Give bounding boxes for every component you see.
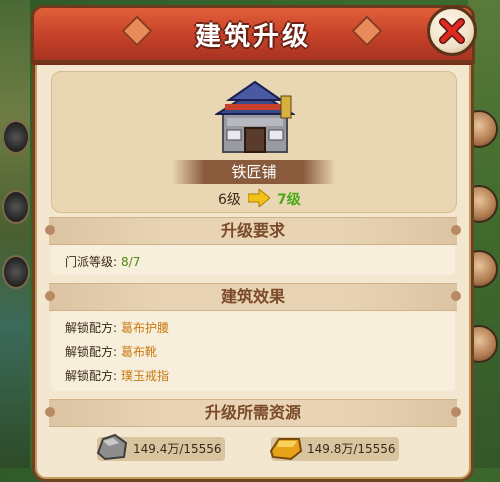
effect-row: 解锁配方: 璞玉戒指: [65, 367, 169, 384]
next-level: 7级: [277, 192, 301, 208]
resources-row: 149.4万/15556 149.8万/15556: [35, 433, 471, 465]
building-upgrade-dialog: 建筑升级 铁匠铺 6级 7级 升级要求 门派等级: 8/7 建筑效果 解锁配方:…: [31, 5, 477, 482]
close-x-icon: [439, 18, 465, 44]
gold-ingot-icon: [269, 438, 303, 461]
arrow-right-icon: [248, 189, 270, 207]
level-change-row: 6级 7级: [52, 189, 456, 209]
blacksmith-building-icon: [215, 80, 295, 153]
requirements-header: 升级要求: [45, 217, 461, 245]
effects-header: 建筑效果: [45, 283, 461, 311]
resource-gold: 149.8万/15556: [269, 437, 399, 461]
dialog-title-bar: 建筑升级: [31, 5, 477, 63]
dialog-title: 建筑升级: [194, 22, 311, 52]
requirement-row: 门派等级: 8/7: [65, 253, 140, 270]
effect-label: 解锁配方:: [65, 345, 118, 359]
chain-icon: [2, 190, 30, 224]
effect-row: 解锁配方: 葛布靴: [65, 343, 157, 360]
requirement-value: 8/7: [121, 255, 141, 269]
chain-icon: [2, 255, 30, 289]
building-info-box: 铁匠铺 6级 7级: [51, 71, 457, 213]
resource-amount: 149.4万/15556: [133, 442, 222, 456]
building-name: 铁匠铺: [172, 160, 336, 184]
resource-stone: 149.4万/15556: [96, 433, 225, 461]
effect-value: 葛布靴: [121, 345, 158, 359]
requirement-label: 门派等级:: [65, 255, 118, 269]
effect-value: 璞玉戒指: [121, 369, 170, 383]
effects-box: 解锁配方: 葛布护腰 解锁配方: 葛布靴 解锁配方: 璞玉戒指: [51, 311, 455, 391]
close-button[interactable]: [427, 6, 477, 56]
requirements-box: 门派等级: 8/7: [51, 245, 455, 275]
effect-label: 解锁配方:: [65, 321, 118, 335]
background-scene-left: [0, 0, 30, 468]
chain-icon: [2, 120, 30, 154]
effect-value: 葛布护腰: [121, 321, 170, 335]
current-level: 6级: [218, 192, 241, 208]
effect-label: 解锁配方:: [65, 369, 118, 383]
resource-amount: 149.8万/15556: [307, 442, 396, 456]
stone-icon: [96, 433, 128, 461]
resources-header: 升级所需资源: [45, 399, 461, 427]
effect-row: 解锁配方: 葛布护腰: [65, 319, 169, 336]
